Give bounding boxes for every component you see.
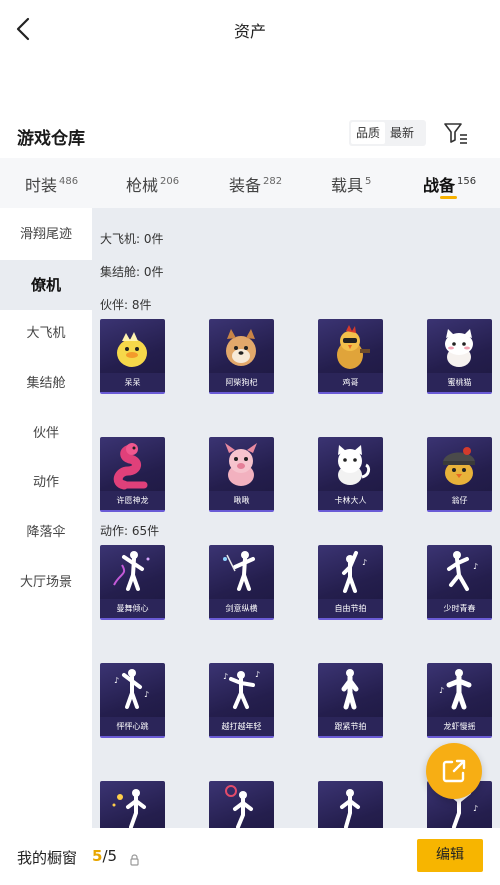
item-card[interactable]: ♪ ♪ 越打越年轻 [209,663,274,738]
tab-equipment[interactable]: 装备 282 [229,172,282,196]
svg-text:♪: ♪ [362,558,367,567]
item-card[interactable]: 跟紧节拍 [318,663,383,738]
group-label-big-plane: 大飞机: 0件 [100,232,164,246]
item-name: 卡林大人 [318,491,383,510]
item-card[interactable]: 啾啾 [209,437,274,512]
dancer-icon [113,551,150,591]
svg-text:♪: ♪ [255,670,260,679]
cat-icon [445,329,473,367]
beat-dancer-icon: ♪ [342,551,367,593]
bottom-bar: 我的橱窗 5/5 编辑 [0,828,500,885]
lobster-dancer-icon: ♪ [439,669,472,710]
item-card[interactable]: ♪ 龙虾慢摇 [427,663,492,738]
sort-toggle: 品质 最新 [349,120,426,146]
svg-text:♪: ♪ [473,804,478,813]
category-tabs: 时装 486 枪械 206 装备 282 载具 5 战备 156 [0,158,500,208]
item-card[interactable]: ♪ 少时青春 [427,545,492,620]
tab-weapons[interactable]: 枪械 206 [126,172,179,196]
tab-fashion[interactable]: 时装 486 [25,172,78,196]
group-label-emote: 动作: 65件 [100,524,160,538]
item-name: 自由节拍 [318,599,383,618]
showcase-count: 5/5 [92,847,118,865]
sort-quality-button[interactable]: 品质 [351,122,386,144]
item-card[interactable]: 阿柴狗杞 [209,319,274,394]
item-list: 大飞机: 0件 集结舱: 0件 伙伴: 8件 呆呆 阿柴狗杞 鸡哥 蜜桃猫 许愿… [92,208,500,828]
sidebar-item-emote[interactable]: 动作 [0,458,92,508]
item-name: 许愿神龙 [100,491,165,510]
sidebar-item-wingman[interactable]: 僚机 [0,260,92,310]
dog-icon [226,329,256,366]
item-name: 怦怦心跳 [100,717,165,736]
sidebar-item-glide-trail[interactable]: 滑翔尾迹 [0,210,92,260]
section-title: 游戏仓库 [17,129,85,149]
share-icon [442,759,466,783]
item-card[interactable]: ♪ 自由节拍 [318,545,383,620]
item-card[interactable]: 呆呆 [100,319,165,394]
item-name: 蜜桃猫 [427,373,492,392]
item-card[interactable] [318,781,383,828]
rhythm-dancer-icon [341,669,359,710]
white-cat-icon [338,445,371,485]
svg-text:♪: ♪ [144,690,149,699]
edit-button[interactable]: 编辑 [417,839,483,872]
sidebar: 滑翔尾迹 僚机 大飞机 集结舱 伙伴 动作 降落伞 大厅场景 [0,208,92,828]
sidebar-item-partner[interactable]: 伙伴 [0,409,92,459]
item-card[interactable] [100,781,165,828]
svg-text:♪: ♪ [223,672,228,681]
item-name: 呆呆 [100,373,165,392]
item-card[interactable]: ♪ ♪ 怦怦心跳 [100,663,165,738]
helmet-chick-icon [443,447,475,485]
item-name: 啾啾 [209,491,274,510]
youth-dancer-icon: ♪ [447,551,478,591]
dancer-icon [225,785,253,828]
lock-icon [130,851,139,866]
chicken-icon [337,325,370,369]
item-card[interactable]: 翁仔 [427,437,492,512]
item-name: 跟紧节拍 [318,717,383,736]
item-card[interactable]: 曼舞倾心 [100,545,165,620]
sidebar-item-big-plane[interactable]: 大飞机 [0,309,92,359]
item-card[interactable]: 剑意纵横 [209,545,274,620]
young-dancer-icon: ♪ ♪ [223,670,260,709]
heartbeat-dancer-icon: ♪♪ [114,669,149,709]
svg-text:♪: ♪ [114,676,119,685]
group-label-pod: 集结舱: 0件 [100,265,164,279]
dragon-icon [113,443,148,490]
group-label-partner: 伙伴: 8件 [100,298,152,312]
showcase-label: 我的橱窗 [17,849,78,867]
pig-icon [225,443,257,486]
item-card[interactable]: 蜜桃猫 [427,319,492,394]
item-name: 少时青春 [427,599,492,618]
page-title: 资产 [233,22,266,41]
filter-icon[interactable] [443,121,469,145]
item-name: 曼舞倾心 [100,599,165,618]
dancer-icon [340,789,360,828]
svg-text:♪: ♪ [473,562,478,571]
sidebar-item-pod[interactable]: 集结舱 [0,359,92,409]
section-header: 游戏仓库 品质 最新 [0,118,500,152]
sort-newest-button[interactable]: 最新 [385,122,419,144]
item-card[interactable] [209,781,274,828]
tab-war-gear[interactable]: 战备 156 [423,172,476,196]
item-card[interactable]: 许愿神龙 [100,437,165,512]
share-button[interactable] [426,743,482,799]
sidebar-item-parachute[interactable]: 降落伞 [0,508,92,558]
top-bar: 资产 [0,0,500,58]
item-name: 鸡哥 [318,373,383,392]
sword-dancer-icon [223,551,255,591]
item-name: 阿柴狗杞 [209,373,274,392]
item-name: 翁仔 [427,491,492,510]
chick-icon [117,332,147,367]
svg-text:♪: ♪ [439,686,444,695]
active-tab-indicator [440,196,457,199]
sidebar-item-lobby-scene[interactable]: 大厅场景 [0,558,92,608]
item-name: 龙虾慢摇 [427,717,492,736]
item-name: 剑意纵横 [209,599,274,618]
item-card[interactable]: 卡林大人 [318,437,383,512]
item-name: 越打越年轻 [209,717,274,736]
item-card[interactable]: 鸡哥 [318,319,383,394]
tab-vehicles[interactable]: 载具 5 [331,172,371,196]
dancer-icon [112,789,146,828]
